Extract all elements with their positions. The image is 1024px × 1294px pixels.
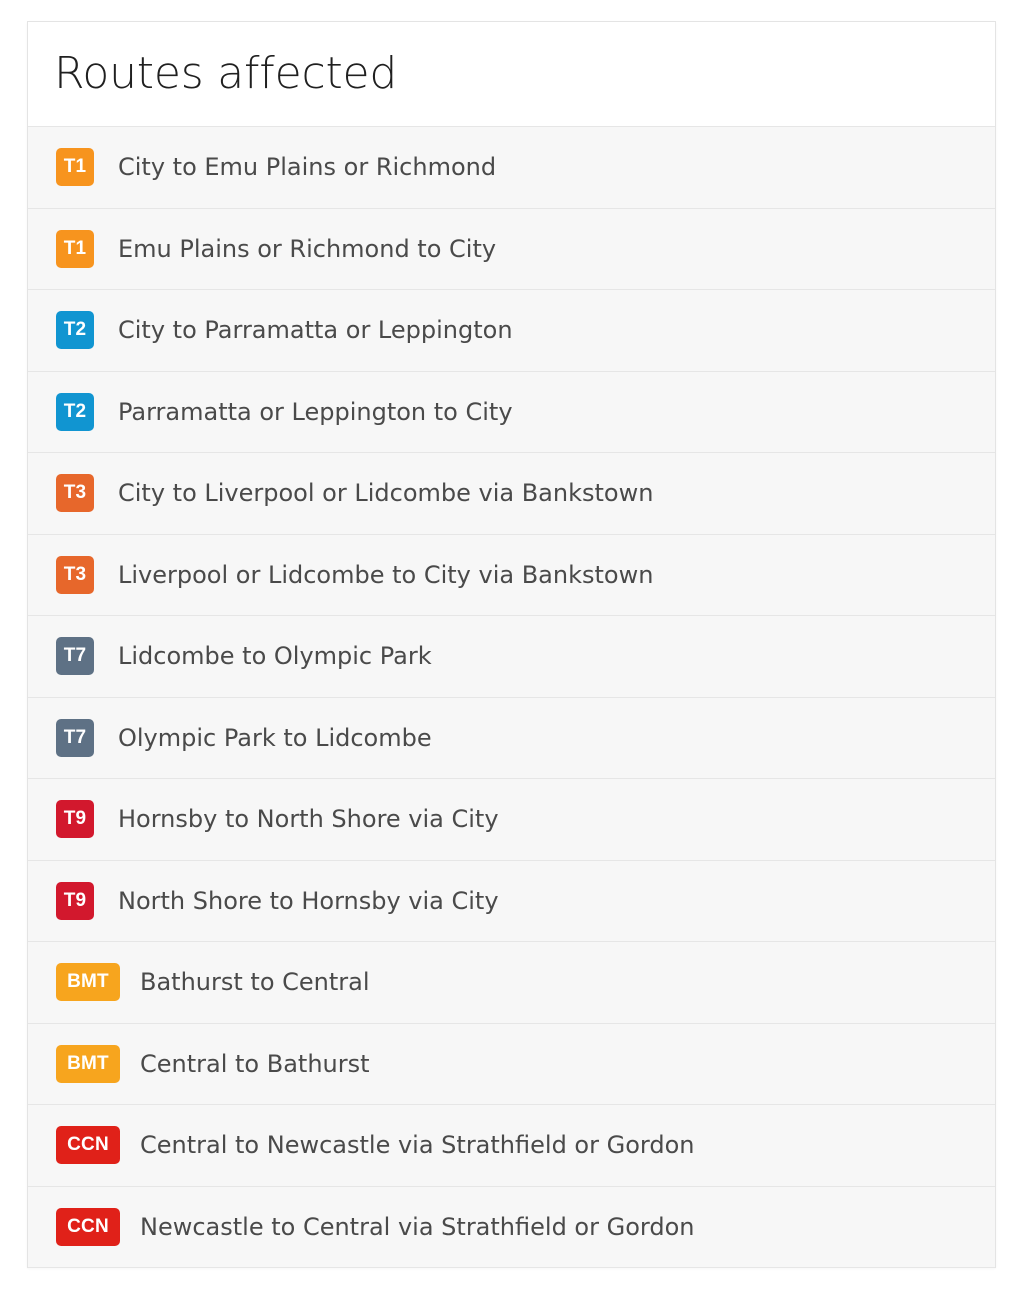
route-line-badge: T9 <box>56 881 94 920</box>
routes-affected-card: Routes affected T1 City to Emu Plains or … <box>27 21 996 1268</box>
route-line-badge: T1 <box>56 148 94 187</box>
route-row[interactable]: T3 City to Liverpool or Lidcombe via Bank… <box>28 453 995 535</box>
route-label: City to Parramatta or Leppington <box>118 316 513 345</box>
route-label: Newcastle to Central via Strathfield or … <box>140 1212 695 1241</box>
route-row[interactable]: T7 Olympic Park to Lidcombe <box>28 697 995 779</box>
route-row[interactable]: T3 Liverpool or Lidcombe to City via Bank… <box>28 534 995 616</box>
route-line-badge: T9 <box>56 800 94 839</box>
routes-list: T1 City to Emu Plains or Richmond T1 Emu Pl… <box>28 127 995 1268</box>
route-line-badge: CCN <box>56 1126 120 1165</box>
page-title: Routes affected <box>54 48 398 99</box>
route-label: City to Liverpool or Lidcombe via Bankst… <box>118 479 654 508</box>
route-row[interactable]: T1 Emu Plains or Richmond to City <box>28 208 995 290</box>
route-label: Hornsby to North Shore via City <box>118 805 499 834</box>
route-label: Central to Bathurst <box>140 1049 370 1078</box>
route-line-badge: BMT <box>56 1044 120 1083</box>
route-line-badge: T1 <box>56 229 94 268</box>
route-row[interactable]: BMT Central to Bathurst <box>28 1023 995 1105</box>
route-row[interactable]: CCN Central to Newcastle via Strathfield … <box>28 1105 995 1187</box>
route-row[interactable]: T1 City to Emu Plains or Richmond <box>28 127 995 209</box>
route-label: Bathurst to Central <box>140 968 370 997</box>
route-line-badge: T7 <box>56 637 94 676</box>
route-label: City to Emu Plains or Richmond <box>118 153 497 182</box>
route-row[interactable]: BMT Bathurst to Central <box>28 942 995 1024</box>
route-line-badge: T2 <box>56 392 94 431</box>
route-label: Parramatta or Leppington to City <box>118 397 513 426</box>
route-row[interactable]: CCN Newcastle to Central via Strathfield … <box>28 1186 995 1268</box>
route-label: Lidcombe to Olympic Park <box>118 642 432 671</box>
route-label: Central to Newcastle via Strathfield or … <box>140 1131 695 1160</box>
card-header: Routes affected <box>28 22 995 127</box>
route-row[interactable]: T7 Lidcombe to Olympic Park <box>28 616 995 698</box>
route-label: North Shore to Hornsby via City <box>118 886 499 915</box>
route-label: Liverpool or Lidcombe to City via Bankst… <box>118 560 654 589</box>
route-label: Olympic Park to Lidcombe <box>118 723 432 752</box>
route-row[interactable]: T9 North Shore to Hornsby via City <box>28 860 995 942</box>
route-row[interactable]: T9 Hornsby to North Shore via City <box>28 779 995 861</box>
route-line-badge: T2 <box>56 311 94 350</box>
route-line-badge: T3 <box>56 474 94 513</box>
route-row[interactable]: T2 City to Parramatta or Leppington <box>28 290 995 372</box>
route-line-badge: T3 <box>56 555 94 594</box>
route-line-badge: CCN <box>56 1207 120 1246</box>
route-label: Emu Plains or Richmond to City <box>118 234 497 263</box>
route-line-badge: T7 <box>56 718 94 757</box>
page-root: Routes affected T1 City to Emu Plains or … <box>0 0 1024 1294</box>
route-row[interactable]: T2 Parramatta or Leppington to City <box>28 371 995 453</box>
route-line-badge: BMT <box>56 963 120 1002</box>
